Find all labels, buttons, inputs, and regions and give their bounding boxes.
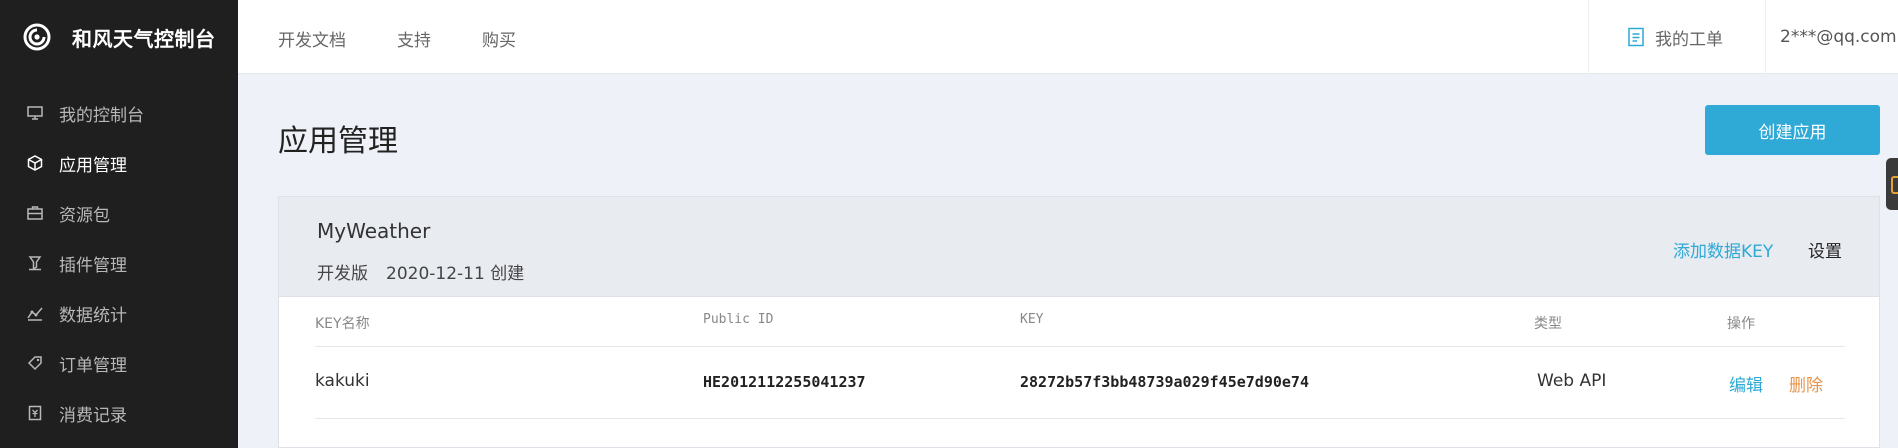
stats-icon: [26, 304, 44, 322]
top-bar: 开发文档 支持 购买 我的工单 2***@qq.com: [238, 0, 1898, 74]
sidebar-item-label: 消费记录: [59, 405, 127, 426]
floating-side-tab[interactable]: [1886, 158, 1898, 210]
type-cell: Web API: [1537, 371, 1607, 391]
app-created-date: 2020-12-11 创建: [386, 264, 525, 284]
sidebar-item-orders[interactable]: 订单管理: [0, 338, 238, 388]
briefcase-icon: [26, 204, 44, 222]
key-name-cell: kakuki: [315, 371, 370, 391]
table-row: kakuki HE2012112255041237 28272b57f3bb48…: [315, 347, 1845, 419]
sidebar-item-dashboard[interactable]: 我的控制台: [0, 88, 238, 138]
sidebar-item-plugins[interactable]: 插件管理: [0, 238, 238, 288]
column-header-key: KEY: [1020, 312, 1044, 327]
nav-link-purchase[interactable]: 购买: [482, 26, 516, 51]
brand-name: 和风天气控制台: [72, 26, 216, 51]
user-account-menu[interactable]: 2***@qq.com: [1765, 0, 1898, 74]
delete-key-link[interactable]: 删除: [1789, 371, 1823, 396]
nav-link-docs[interactable]: 开发文档: [278, 26, 346, 51]
sidebar-item-label: 资源包: [59, 205, 110, 226]
key-cell: 28272b57f3bb48739a029f45e7d90e74: [1020, 373, 1309, 391]
sidebar: 和风天气控制台 我的控制台 应用管理 资源包 插件管理 数据统计 订单管理 消费…: [0, 0, 238, 448]
sidebar-nav: 我的控制台 应用管理 资源包 插件管理 数据统计 订单管理 消费记录: [0, 88, 238, 438]
key-table: KEY名称 Public ID KEY 类型 操作 kakuki HE20121…: [315, 297, 1845, 419]
cube-icon: [26, 154, 44, 172]
column-header-public-id: Public ID: [703, 312, 774, 327]
monitor-icon: [26, 104, 44, 122]
app-edition: 开发版: [317, 264, 368, 284]
my-tickets-label: 我的工单: [1655, 29, 1723, 50]
sidebar-item-apps[interactable]: 应用管理: [0, 138, 238, 188]
public-id-cell: HE2012112255041237: [703, 373, 866, 391]
column-header-actions: 操作: [1727, 316, 1755, 332]
brand[interactable]: 和风天气控制台: [0, 0, 238, 74]
add-data-key-link[interactable]: 添加数据KEY: [1673, 237, 1773, 262]
column-header-key-name: KEY名称: [315, 316, 370, 332]
edit-key-link[interactable]: 编辑: [1729, 371, 1763, 396]
create-app-button[interactable]: 创建应用: [1705, 105, 1880, 155]
sidebar-item-label: 我的控制台: [59, 105, 144, 126]
app-card: MyWeather 开发版 2020-12-11 创建 添加数据KEY 设置 KE…: [278, 196, 1880, 448]
document-icon: [1628, 27, 1644, 47]
app-name: MyWeather: [317, 219, 431, 243]
sidebar-item-billing[interactable]: 消费记录: [0, 388, 238, 438]
sidebar-item-label: 应用管理: [59, 155, 127, 176]
column-header-type: 类型: [1534, 316, 1562, 332]
plugin-icon: [26, 254, 44, 272]
qweather-logo-icon: [23, 23, 51, 51]
sidebar-item-label: 数据统计: [59, 305, 127, 326]
app-card-header: MyWeather 开发版 2020-12-11 创建 添加数据KEY 设置: [279, 197, 1879, 297]
my-tickets-button[interactable]: 我的工单: [1588, 0, 1764, 74]
sidebar-item-stats[interactable]: 数据统计: [0, 288, 238, 338]
table-header-row: KEY名称 Public ID KEY 类型 操作: [315, 297, 1845, 347]
tag-icon: [26, 354, 44, 372]
sidebar-item-label: 订单管理: [59, 355, 127, 376]
page-title: 应用管理: [278, 124, 398, 159]
app-settings-link[interactable]: 设置: [1808, 237, 1842, 262]
sidebar-item-resource-packs[interactable]: 资源包: [0, 188, 238, 238]
sidebar-item-label: 插件管理: [59, 255, 127, 276]
receipt-icon: [26, 404, 44, 422]
app-meta: 开发版 2020-12-11 创建: [317, 259, 524, 284]
nav-link-support[interactable]: 支持: [397, 26, 431, 51]
